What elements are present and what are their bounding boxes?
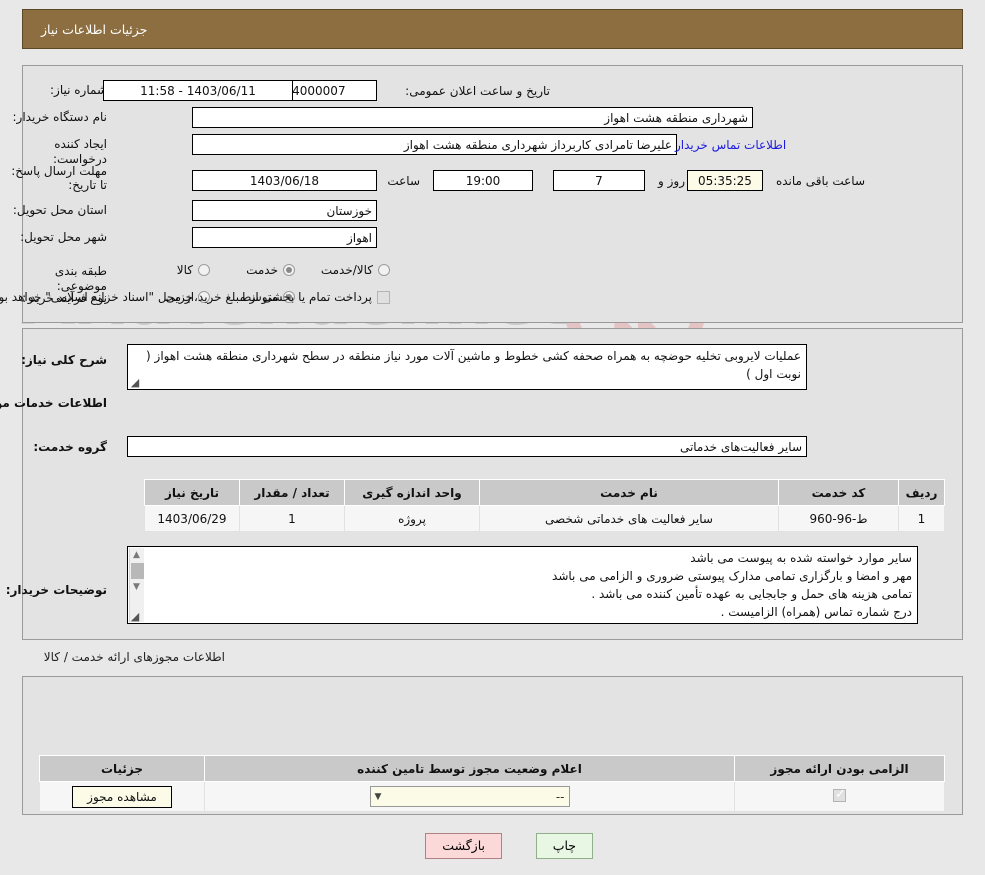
table-row: -- ▼ مشاهده مجوز (39, 781, 945, 812)
requester-label: ایجاد کننده درخواست: (53, 137, 107, 166)
services-table-cell: ط-96-960 (778, 505, 899, 532)
scroll-up-arrow-icon[interactable]: ▲ (129, 548, 144, 562)
classification-radio-kala[interactable]: کالا (177, 263, 210, 277)
page-root: AriaTender.net جزئیات اطلاعات نیاز شماره… (0, 0, 985, 875)
resize-grip-icon[interactable]: ◢ (129, 377, 141, 389)
permits-table: الزامی بودن ارائه مجوز اعلام وضعیت مجوز ت… (39, 755, 945, 812)
classification-option-label: کالا (176, 263, 193, 277)
view-permit-button[interactable]: مشاهده مجوز (72, 785, 172, 808)
classification-option-label: کالا/خدمت (320, 263, 373, 277)
services-table-cell: پروژه (344, 505, 480, 532)
treasury-checkbox[interactable] (377, 290, 390, 304)
back-button[interactable]: بازگشت (425, 833, 502, 859)
services-table-header-cell: تعداد / مقدار (239, 479, 345, 506)
countdown-suffix-label: ساعت باقی مانده (775, 174, 865, 188)
announce-datetime-value: 1403/06/11 - 11:58 (103, 80, 293, 101)
services-table-cell: 1 (898, 505, 945, 532)
city-value: اهواز (192, 227, 377, 248)
city-label: شهر محل تحویل: (20, 230, 107, 244)
deadline-date-value: 1403/06/18 (192, 170, 377, 191)
buyer-org-label: نام دستگاه خریدار: (12, 110, 108, 124)
scrollbar-thumb[interactable] (130, 563, 144, 579)
countdown-value: 05:35:25 (687, 170, 763, 191)
services-table-header-cell: ردیف (898, 479, 945, 506)
page-header-bar: جزئیات اطلاعات نیاز (22, 9, 963, 49)
announce-datetime-label: تاریخ و ساعت اعلان عمومی: (405, 84, 550, 98)
services-table-cell: 1 (239, 505, 345, 532)
page-title: جزئیات اطلاعات نیاز (41, 21, 148, 37)
services-table: ردیف کد خدمت نام خدمت واحد اندازه گیری تعداد… (144, 479, 945, 532)
buyer-notes-label: توضیحات خریدار: (5, 583, 107, 597)
description-text: عملیات لایروبی تخلیه حوضچه به همراه صحفه… (146, 349, 801, 381)
buyer-notes-textarea[interactable]: سایر موارد خواسته شده به پیوست می باشد م… (127, 546, 918, 624)
permit-status-value: -- (555, 789, 565, 804)
need-info-panel (22, 65, 963, 323)
treasury-checkbox-wrap[interactable]: پرداخت تمام یا بخشی از مبلغ خرید،از محل … (0, 290, 390, 304)
deadline-hour-label: ساعت (387, 174, 420, 188)
treasury-checkbox-label: پرداخت تمام یا بخشی از مبلغ خرید،از محل … (0, 290, 372, 304)
services-table-cell: 1403/06/29 (144, 505, 240, 532)
services-table-cell: سایر فعالیت های خدماتی شخصی (479, 505, 779, 532)
print-button[interactable]: چاپ (535, 833, 593, 859)
permits-table-header-row: الزامی بودن ارائه مجوز اعلام وضعیت مجوز ت… (39, 755, 945, 782)
classification-option-label: خدمت (246, 263, 278, 277)
classification-radio-kala-khedmat[interactable]: کالا/خدمت (321, 263, 390, 277)
buyer-org-value: شهرداری منطقه هشت اهواز (192, 107, 753, 128)
deadline-label: مهلت ارسال پاسخ: تا تاریخ: (11, 164, 107, 192)
permit-details-cell: مشاهده مجوز (39, 781, 205, 812)
radio-indicator[interactable] (378, 264, 390, 276)
permits-table-header-cell: جزئیات (39, 755, 205, 782)
permit-status-cell: -- ▼ (204, 781, 735, 812)
services-table-header-cell: تاریخ نیاز (144, 479, 240, 506)
radio-indicator[interactable] (283, 264, 295, 276)
description-label: شرح کلی نیاز: (21, 353, 107, 367)
permit-required-checkbox (833, 787, 846, 802)
chevron-down-icon: ▼ (374, 791, 382, 802)
permits-table-header-cell: الزامی بودن ارائه مجوز (734, 755, 945, 782)
service-group-value: سایر فعالیت‌های خدماتی (127, 436, 807, 457)
buyer-contact-link[interactable]: اطلاعات تماس خریدار (675, 138, 786, 152)
deadline-hour-value: 19:00 (433, 170, 533, 191)
services-table-header-cell: نام خدمت (479, 479, 779, 506)
province-value: خوزستان (192, 200, 377, 221)
description-textarea[interactable]: عملیات لایروبی تخلیه حوضچه به همراه صحفه… (127, 344, 807, 390)
service-group-label: گروه خدمت: (33, 440, 107, 454)
classification-radio-khedmat[interactable]: خدمت (246, 263, 295, 277)
permits-table-header-cell: اعلام وضعیت مجوز توسط تامین کننده (204, 755, 735, 782)
permit-status-select[interactable]: -- ▼ (369, 786, 570, 807)
province-label: استان محل تحویل: (12, 203, 107, 217)
resize-grip-icon[interactable]: ◢ (129, 611, 141, 623)
services-table-header-cell: واحد اندازه گیری (344, 479, 480, 506)
services-table-header-cell: کد خدمت (778, 479, 899, 506)
radio-indicator[interactable] (198, 264, 210, 276)
need-number-label: شماره نیاز: (50, 83, 107, 97)
requester-value: علیرضا تامرادی کاربرداز شهرداری منطقه هش… (192, 134, 677, 155)
days-remaining-value: 7 (553, 170, 645, 191)
services-table-header-row: ردیف کد خدمت نام خدمت واحد اندازه گیری تعداد… (144, 479, 945, 506)
table-row: 1 ط-96-960 سایر فعالیت های خدماتی شخصی پروژ… (144, 505, 945, 532)
scroll-down-arrow-icon[interactable]: ▼ (129, 580, 144, 594)
permits-section-title: اطلاعات مجوزهای ارائه خدمت / کالا (43, 650, 225, 664)
buyer-notes-text: سایر موارد خواسته شده به پیوست می باشد م… (552, 551, 912, 619)
days-unit-label: روز و (658, 174, 685, 188)
permit-required-cell (734, 781, 945, 812)
services-section-title: اطلاعات خدمات مورد نیاز (0, 396, 107, 410)
